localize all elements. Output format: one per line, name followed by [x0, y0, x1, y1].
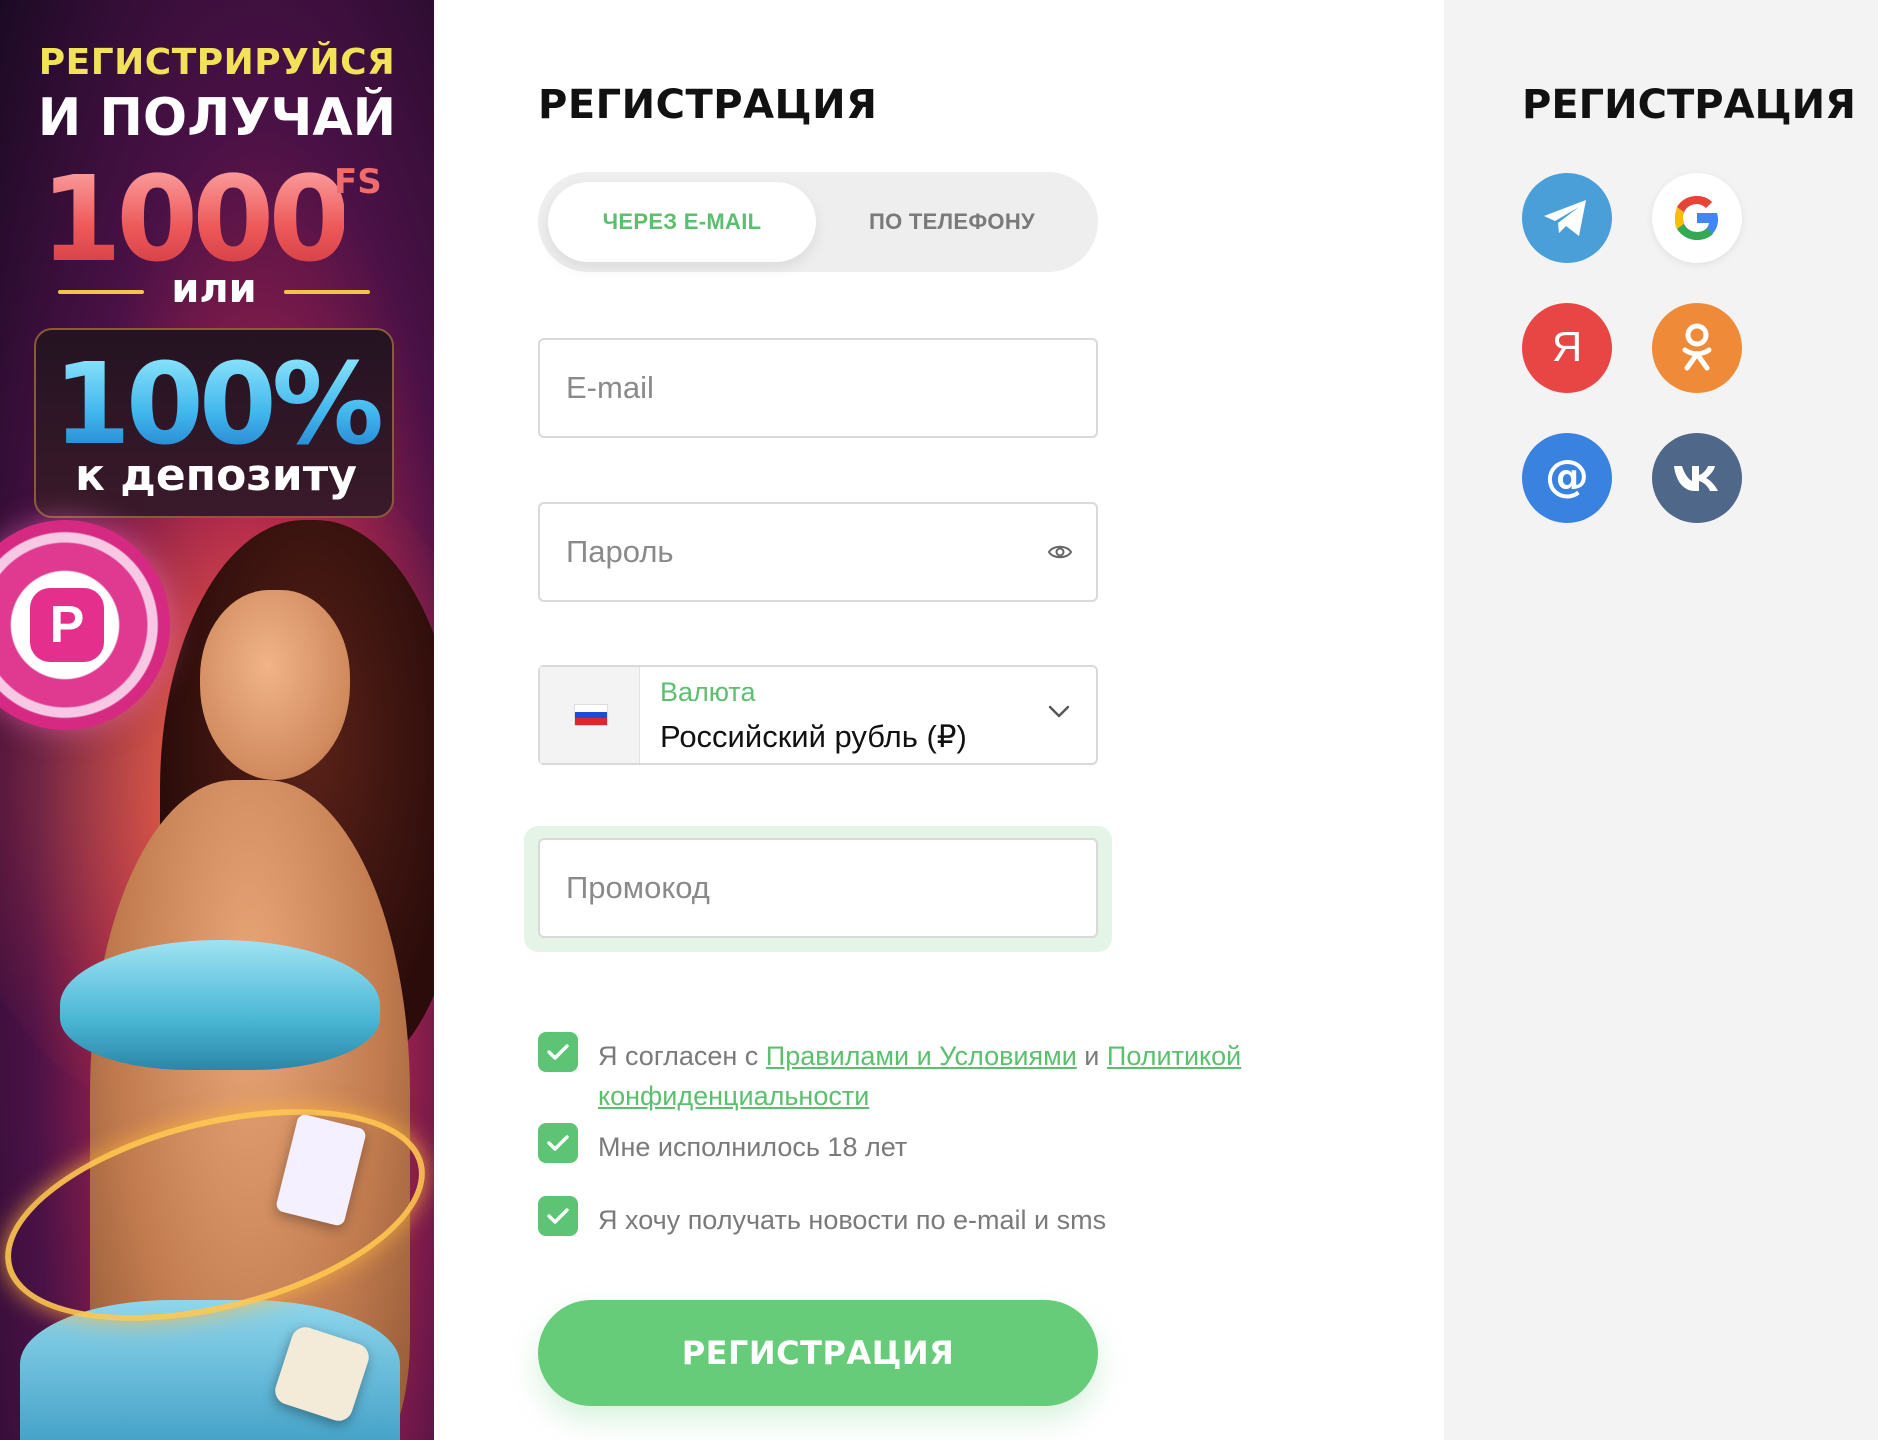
terms-joiner: и: [1084, 1041, 1100, 1071]
banner-illustration-face: [200, 590, 350, 780]
privacy-link-continued[interactable]: конфиденциальности: [598, 1081, 869, 1111]
banner-or-divider: или: [58, 266, 370, 316]
tab-phone[interactable]: ПО ТЕЛЕФОНУ: [816, 182, 1088, 262]
yandex-icon: Я: [1551, 323, 1583, 370]
password-input[interactable]: [566, 504, 1036, 600]
checkmark-icon: [547, 1044, 569, 1060]
tab-email[interactable]: ЧЕРЕЗ E-MAIL: [548, 182, 816, 262]
google-button[interactable]: [1652, 173, 1742, 263]
email-field-box: [538, 338, 1098, 438]
odnoklassniki-button[interactable]: [1652, 303, 1742, 393]
russia-flag-icon: [574, 704, 608, 726]
terms-prefix: Я согласен с: [598, 1041, 759, 1071]
registration-method-tabs: ЧЕРЕЗ E-MAIL ПО ТЕЛЕФОНУ: [538, 172, 1098, 272]
banner-deposit-box: 100% к депозиту: [34, 328, 394, 518]
password-field-box: [538, 502, 1098, 602]
age-text: Мне исполнилось 18 лет: [598, 1132, 908, 1162]
promo-field-box: [538, 838, 1098, 938]
vk-button[interactable]: [1652, 433, 1742, 523]
register-button[interactable]: РЕГИСТРАЦИЯ: [538, 1300, 1098, 1406]
mailru-button[interactable]: @: [1522, 433, 1612, 523]
promo-banner[interactable]: РЕГИСТРИРУЙСЯ И ПОЛУЧАЙ 1000 FS или 100%…: [0, 0, 434, 1440]
banner-headline-line1: РЕГИСТРИРУЙСЯ: [38, 42, 396, 83]
news-text: Я хочу получать новости по e-mail и sms: [598, 1205, 1107, 1235]
currency-label: Валюта: [660, 677, 756, 707]
chevron-down-icon: [1048, 705, 1070, 718]
promo-code-input[interactable]: [566, 840, 1036, 936]
form-title: РЕГИСТРАЦИЯ: [538, 82, 878, 128]
mailru-icon: @: [1545, 451, 1589, 502]
social-title: РЕГИСТРАЦИЯ: [1522, 82, 1856, 128]
age-checkbox[interactable]: [538, 1123, 578, 1163]
email-input[interactable]: [566, 340, 1036, 436]
checkmark-icon: [547, 1208, 569, 1224]
checkmark-icon: [547, 1135, 569, 1151]
social-registration-panel: РЕГИСТРАЦИЯ Я @: [1444, 0, 1878, 1440]
currency-flag-box: [540, 667, 640, 763]
ok-icon: [1682, 323, 1712, 371]
terms-text: Я согласен с Правилами и Условиями и Пол…: [598, 1036, 1241, 1116]
terms-checkbox[interactable]: [538, 1032, 578, 1072]
banner-or-text: или: [171, 266, 257, 312]
news-checkbox[interactable]: [538, 1196, 578, 1236]
privacy-link[interactable]: Политикой: [1107, 1041, 1241, 1071]
promo-code-highlight: [524, 826, 1112, 952]
banner-deposit-caption: к депозиту: [75, 450, 357, 501]
yandex-button[interactable]: Я: [1522, 303, 1612, 393]
telegram-icon: [1544, 200, 1586, 236]
terms-link[interactable]: Правилами и Условиями: [766, 1041, 1077, 1071]
currency-select[interactable]: Валюта Российский рубль (₽): [538, 665, 1098, 765]
telegram-button[interactable]: [1522, 173, 1612, 263]
divider-line-right: [284, 290, 370, 294]
banner-illustration-outfit: [60, 940, 380, 1070]
eye-icon[interactable]: [1048, 542, 1072, 562]
vk-icon: [1674, 466, 1718, 491]
banner-headline-line2: И ПОЛУЧАЙ: [37, 88, 397, 148]
google-icon: [1675, 196, 1718, 240]
brand-logo-icon: P: [30, 588, 104, 662]
currency-value: Российский рубль (₽): [660, 719, 967, 754]
banner-freespins-suffix: FS: [334, 162, 382, 202]
